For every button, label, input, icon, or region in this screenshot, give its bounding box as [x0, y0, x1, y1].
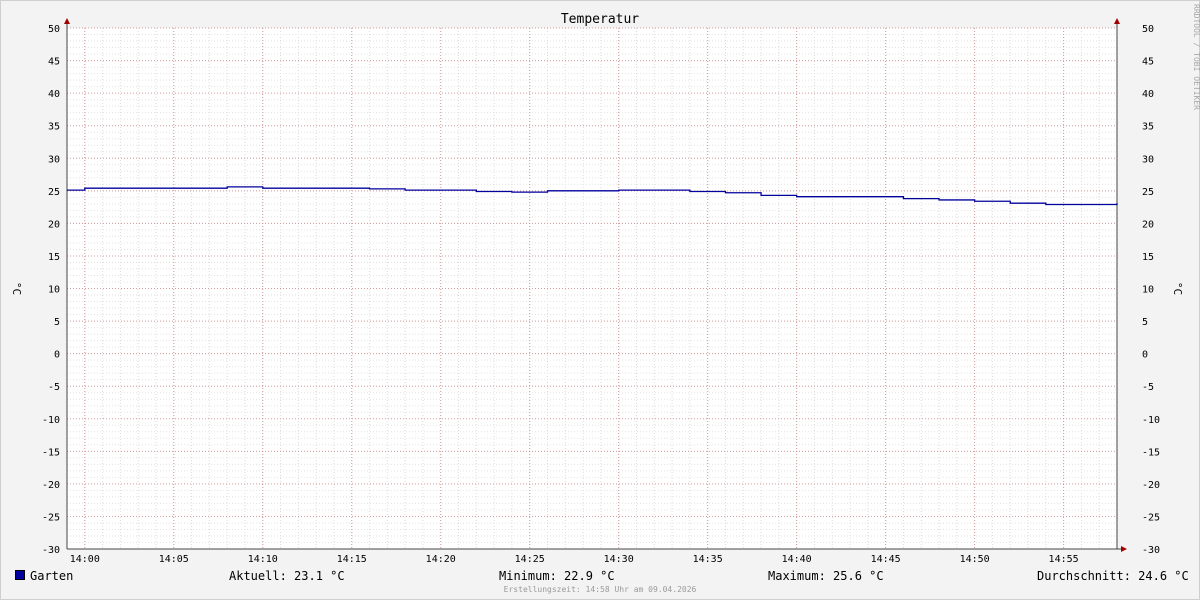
y-tick-label-right: -30: [1142, 545, 1160, 556]
y-tick-label-right: -15: [1142, 447, 1160, 458]
y-tick-label-right: 15: [1142, 252, 1154, 263]
y-tick-label-right: 10: [1142, 285, 1154, 296]
y-tick-label-left: -25: [42, 512, 60, 523]
x-tick-label: 14:35: [693, 554, 723, 565]
y-tick-label-left: -10: [42, 415, 60, 426]
y-tick-label-left: 5: [54, 317, 60, 328]
chart-title: Temperatur: [561, 12, 639, 27]
legend-label-garten: Garten: [30, 569, 74, 583]
x-tick-label: 14:30: [604, 554, 634, 565]
y-tick-label-right: 30: [1142, 154, 1154, 165]
rrdtool-watermark: RRDTOOL / TOBI OETIKER: [1192, 4, 1200, 110]
y-tick-label-right: 5: [1142, 317, 1148, 328]
y-tick-label-left: 45: [48, 57, 60, 68]
y-tick-label-right: 20: [1142, 219, 1154, 230]
temperature-chart: 50 5045 4540 4035 3530 3025 2520 2015 1510 105 50 0…: [10, 12, 1184, 565]
y-axis-label-left: °C: [10, 282, 23, 295]
stat-maximum: Maximum: 25.6 °C: [768, 569, 884, 583]
legend-swatch-garten: [15, 570, 25, 580]
y-tick-label-right: 40: [1142, 89, 1154, 100]
stat-current: Aktuell: 23.1 °C: [229, 569, 345, 583]
x-tick-label: 14:20: [426, 554, 456, 565]
y-tick-label-right: 25: [1142, 187, 1154, 198]
y-tick-label-left: -5: [48, 382, 60, 393]
y-tick-label-right: 35: [1142, 122, 1154, 133]
y-tick-label-left: 35: [48, 122, 60, 133]
x-tick-label: 14:55: [1049, 554, 1079, 565]
stat-average: Durchschnitt: 24.6 °C: [1037, 569, 1189, 583]
x-tick-label: 14:15: [337, 554, 367, 565]
stat-minimum: Minimum: 22.9 °C: [499, 569, 615, 583]
x-tick-label: 14:05: [159, 554, 189, 565]
y-tick-label-left: 0: [54, 350, 60, 361]
y-tick-label-left: 50: [48, 24, 60, 35]
y-tick-label-left: 25: [48, 187, 60, 198]
y-tick-label-left: 15: [48, 252, 60, 263]
y-tick-label-right: 45: [1142, 57, 1154, 68]
y-tick-label-left: 20: [48, 219, 60, 230]
y-tick-label-left: 30: [48, 154, 60, 165]
y-tick-label-right: -5: [1142, 382, 1154, 393]
y-tick-label-left: 10: [48, 285, 60, 296]
y-axis-left-arrow: [64, 18, 70, 24]
y-tick-label-right: 50: [1142, 24, 1154, 35]
y-tick-label-left: -30: [42, 545, 60, 556]
y-tick-label-left: 40: [48, 89, 60, 100]
y-tick-label-right: -25: [1142, 512, 1160, 523]
creation-time-footer: Erstellungszeit: 14:58 Uhr am 09.04.2026: [503, 585, 697, 594]
y-axis-label-right: °C: [1171, 282, 1184, 295]
y-tick-label-left: -15: [42, 447, 60, 458]
x-tick-label: 14:45: [871, 554, 901, 565]
x-tick-label: 14:50: [960, 554, 990, 565]
y-tick-label-left: -20: [42, 480, 60, 491]
y-tick-label-right: -20: [1142, 480, 1160, 491]
x-tick-label: 14:25: [515, 554, 545, 565]
x-tick-label: 14:40: [782, 554, 812, 565]
y-tick-label-right: -10: [1142, 415, 1160, 426]
x-axis-arrow: [1121, 546, 1127, 552]
x-tick-label: 14:10: [248, 554, 278, 565]
y-axis-right-arrow: [1114, 18, 1120, 24]
x-tick-label: 14:00: [70, 554, 100, 565]
y-tick-label-right: 0: [1142, 350, 1148, 361]
